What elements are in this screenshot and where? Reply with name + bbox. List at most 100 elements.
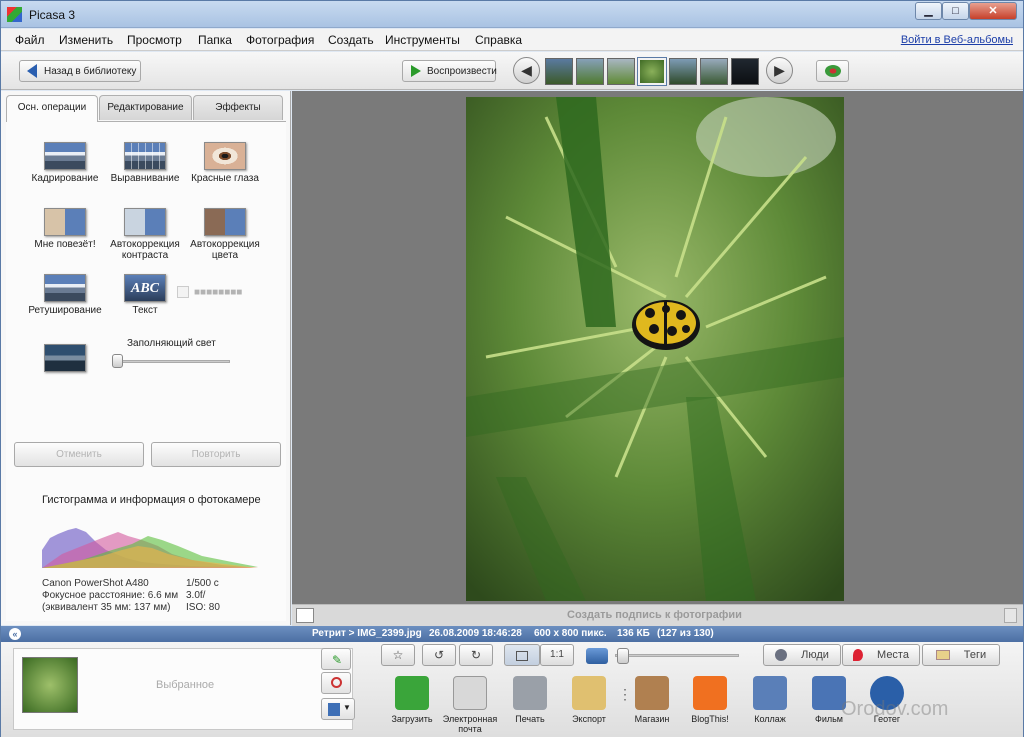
- watermark: Orodov.com: [841, 698, 949, 720]
- filmstrip-thumb-selected[interactable]: [637, 57, 667, 86]
- rotate-left-button[interactable]: ↺: [422, 644, 456, 666]
- album-button[interactable]: ▼: [321, 698, 355, 720]
- actual-size-button[interactable]: 1:1: [540, 644, 574, 666]
- crop-icon: [44, 142, 86, 170]
- sign-in-web-albums-link[interactable]: Войти в Веб-альбомы: [901, 34, 1013, 46]
- shop-button[interactable]: Магазин: [621, 676, 683, 724]
- person-icon: [775, 649, 788, 662]
- straighten-tool[interactable]: Выравнивание: [105, 142, 185, 184]
- menu-file[interactable]: Файл: [15, 33, 45, 47]
- play-slideshow-button[interactable]: Воспроизвести: [402, 60, 497, 82]
- filmstrip-thumb[interactable]: [731, 58, 759, 85]
- undo-button[interactable]: Отменить: [14, 442, 144, 467]
- tab-tuning[interactable]: Редактирование: [99, 95, 192, 120]
- menu-edit[interactable]: Изменить: [59, 33, 113, 47]
- email-label: Электронная почта: [442, 714, 498, 734]
- photo-view: [292, 91, 1023, 604]
- clear-button[interactable]: [321, 672, 351, 694]
- slider-handle[interactable]: [112, 354, 123, 368]
- tab-content: Кадрирование Выравнивание Красные глаза …: [6, 121, 286, 621]
- previous-photo-button[interactable]: ◀: [513, 57, 540, 84]
- window-title: Picasa 3: [29, 8, 76, 22]
- text-tool[interactable]: ABC Текст: [105, 274, 185, 316]
- caption-icon[interactable]: [296, 608, 314, 623]
- lucky-icon: [44, 208, 86, 236]
- hold-button[interactable]: ✎: [321, 648, 351, 670]
- filmstrip-thumb[interactable]: [576, 58, 604, 85]
- menu-tools[interactable]: Инструменты: [385, 33, 460, 47]
- collage-button[interactable]: Коллаж: [739, 676, 801, 724]
- arrow-right-icon: ▶: [774, 62, 785, 78]
- histogram-chart: [42, 528, 258, 568]
- view-mode-button[interactable]: [816, 60, 849, 82]
- main-photo[interactable]: [466, 97, 844, 601]
- trash-icon[interactable]: [1004, 608, 1017, 623]
- fill-light-slider[interactable]: [112, 354, 230, 368]
- tab-basic-fixes[interactable]: Осн. операции: [6, 95, 98, 122]
- auto-color-tool[interactable]: Автокоррекция цвета: [185, 208, 265, 261]
- tab-effects[interactable]: Эффекты: [193, 95, 283, 120]
- star-button[interactable]: ☆: [381, 644, 415, 666]
- collapse-icon[interactable]: «: [9, 628, 21, 640]
- text-label: Текст: [132, 305, 158, 316]
- menu-help[interactable]: Справка: [475, 33, 522, 47]
- selected-thumbnail[interactable]: [22, 657, 78, 713]
- next-photo-button[interactable]: ▶: [766, 57, 793, 84]
- crop-tool[interactable]: Кадрирование: [25, 142, 105, 184]
- email-button[interactable]: Электронная почта: [439, 676, 501, 734]
- auto-contrast-tool[interactable]: Автокоррекция контраста: [105, 208, 185, 261]
- export-button[interactable]: Экспорт: [558, 676, 620, 724]
- menu-folder[interactable]: Папка: [198, 33, 232, 47]
- auto-color-label-2: цвета: [211, 250, 239, 261]
- fit-button[interactable]: [504, 644, 540, 666]
- folder-icon: [572, 676, 606, 710]
- print-label: Печать: [515, 714, 545, 724]
- tags-button[interactable]: Теги: [922, 644, 1000, 666]
- export-label: Экспорт: [572, 714, 606, 724]
- filmstrip-thumb[interactable]: [545, 58, 573, 85]
- auto-contrast-icon: [124, 208, 166, 236]
- redo-button[interactable]: Повторить: [151, 442, 281, 467]
- upload-button[interactable]: Загрузить: [381, 676, 443, 724]
- menu-create[interactable]: Создать: [328, 33, 374, 47]
- ladybug-photo: [466, 97, 844, 601]
- auto-contrast-label-2: контраста: [121, 250, 169, 261]
- filmstrip-thumb[interactable]: [700, 58, 728, 85]
- menu-bar: Файл Изменить Просмотр Папка Фотография …: [1, 29, 1023, 51]
- filmstrip-thumb[interactable]: [607, 58, 635, 85]
- menu-view[interactable]: Просмотр: [127, 33, 182, 47]
- slider-track: [116, 360, 230, 363]
- menu-picture[interactable]: Фотография: [246, 33, 314, 47]
- minimize-button[interactable]: ▁: [915, 2, 942, 20]
- star-icon: ☆: [392, 648, 404, 662]
- status-bar: « Ретрит > IMG_2399.jpg 26.08.2009 18:46…: [1, 626, 1023, 642]
- fill-light-icon: [44, 344, 86, 372]
- status-path[interactable]: Ретрит > IMG_2399.jpg: [312, 628, 422, 639]
- caption-input[interactable]: Создать подпись к фотографии: [567, 609, 742, 621]
- histogram-title: Гистограмма и информация о фотокамере: [42, 494, 261, 506]
- iso: ISO: 80: [186, 602, 220, 613]
- back-to-library-button[interactable]: Назад в библиотеку: [19, 60, 141, 82]
- slider-handle[interactable]: [617, 648, 629, 664]
- fill-light-preview: [25, 344, 105, 375]
- movie-label: Фильм: [815, 714, 843, 724]
- im-feeling-lucky-tool[interactable]: Мне повезёт!: [25, 208, 105, 250]
- pin-icon: ✎: [332, 653, 343, 667]
- clear-icon: [331, 677, 342, 688]
- people-label: Люди: [801, 649, 829, 661]
- crop-label: Кадрирование: [31, 173, 99, 184]
- people-button[interactable]: Люди: [763, 644, 841, 666]
- close-button[interactable]: ✕: [969, 2, 1017, 20]
- redeye-tool[interactable]: Красные глаза: [185, 142, 265, 184]
- back-to-library-label: Назад в библиотеку: [44, 66, 137, 77]
- blogthis-button[interactable]: BlogThis!: [679, 676, 741, 724]
- retouch-tool[interactable]: Ретуширование: [25, 274, 105, 316]
- blogger-icon: [693, 676, 727, 710]
- filmstrip-thumb[interactable]: [669, 58, 697, 85]
- places-button[interactable]: Места: [842, 644, 920, 666]
- rotate-right-button[interactable]: ↻: [459, 644, 493, 666]
- print-button[interactable]: Печать: [499, 676, 561, 724]
- zoom-slider[interactable]: [615, 648, 739, 664]
- maximize-button[interactable]: □: [942, 2, 969, 20]
- straighten-icon: [124, 142, 166, 170]
